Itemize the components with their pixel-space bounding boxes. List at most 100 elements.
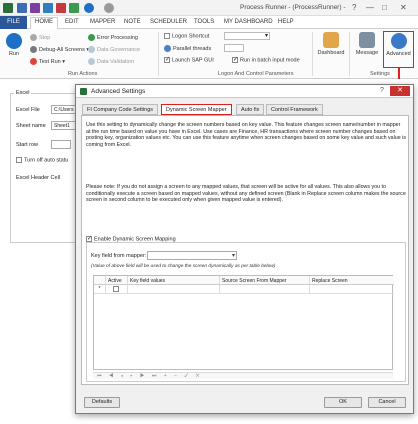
tab-tools[interactable]: TOOLS [190, 18, 218, 26]
column-header-key-field[interactable]: Key field values [128, 276, 220, 285]
minimize-icon[interactable]: — [366, 3, 374, 12]
separator [312, 32, 313, 76]
advanced-button[interactable]: Advanced [383, 31, 414, 68]
tab-dynamic-screen-mapper[interactable]: Dynamic Screen Mapper [161, 104, 232, 115]
error-processing-icon [88, 34, 95, 41]
advanced-settings-dialog: Advanced Settings ? ✕ FI Company Code Se… [75, 84, 414, 414]
parallel-threads-control[interactable]: Parallel threads [164, 45, 211, 52]
tab-file[interactable]: FILE [0, 16, 27, 29]
test-run-icon [30, 58, 37, 65]
message-icon [359, 32, 375, 48]
run-button[interactable]: Run [5, 33, 23, 57]
gear-icon [390, 33, 407, 49]
tab-scheduler[interactable]: SCHEDULER [146, 18, 191, 26]
stop-icon[interactable] [104, 3, 114, 13]
run-icon[interactable] [84, 3, 94, 13]
grid-row-header [94, 276, 106, 285]
error-processing-button[interactable]: Error Processing [88, 34, 138, 41]
column-header-active[interactable]: Active [106, 276, 128, 285]
tab-auto-fix[interactable]: Auto fix [236, 104, 265, 115]
key-field-cell[interactable] [128, 285, 220, 294]
chevron-down-icon: ▾ [264, 33, 268, 39]
tab-mapper[interactable]: MAPPER [86, 18, 119, 26]
ribbon-tabs: FILE HOME EDIT MAPPER NOTE SCHEDULER TOO… [0, 16, 418, 29]
parallel-threads-input[interactable] [224, 44, 244, 52]
description-text: Use this setting to dynamically change t… [86, 122, 406, 148]
dialog-title-bar: Advanced Settings ? ✕ [76, 85, 413, 98]
test-run-button[interactable]: Test Run ▾ [30, 58, 65, 65]
checkbox-icon [113, 286, 119, 292]
dynamic-screen-mapper-panel: Use this setting to dynamically change t… [81, 115, 409, 385]
excel-group-legend: Excel [14, 90, 32, 96]
column-header-replace-screen[interactable]: Replace Screen [310, 276, 394, 285]
source-screen-cell[interactable] [220, 285, 310, 294]
ribbon: Run Stop Debug-All Screens ▾ Test Run ▾ … [0, 29, 418, 79]
excel-header-cell-label: Excel Header Cell [16, 175, 61, 181]
start-row-label: Start row [16, 142, 39, 148]
checkbox-icon [164, 33, 170, 39]
data-validation-icon [88, 58, 95, 65]
excel-group: Excel Excel File C:\Users Sheet name She… [10, 90, 83, 243]
auto-status-checkbox[interactable]: Turn off auto statu [16, 157, 68, 163]
close-icon[interactable]: ✕ [400, 3, 407, 12]
tab-note[interactable]: NOTE [120, 18, 145, 26]
group-label-settings: Settings [370, 71, 390, 77]
grid-navigator[interactable]: ⏮ ◀ ◂ ▸ ▶ ⏭ + − ✓ ✕ [93, 372, 393, 379]
group-label-run-actions: Run Actions [68, 71, 98, 77]
debug-icon [30, 46, 37, 53]
app-icon [3, 3, 13, 13]
checkbox-icon [164, 56, 170, 63]
separator [349, 32, 350, 76]
run-batch-checkbox[interactable]: Run in batch input mode [232, 56, 300, 63]
data-governance-button[interactable]: Data Governance [88, 46, 140, 53]
message-button[interactable]: Message [354, 32, 380, 56]
stop-button[interactable]: Stop [30, 34, 50, 41]
checkbox-icon [16, 157, 22, 163]
launch-sap-gui-checkbox[interactable]: Launch SAP GUI [164, 56, 214, 63]
refresh-icon[interactable] [69, 3, 79, 13]
active-cell[interactable] [106, 285, 128, 294]
tab-control-framework[interactable]: Control Framework [266, 104, 323, 115]
tab-my-dashboard[interactable]: MY DASHBOARD [220, 18, 277, 26]
chevron-down-icon: ▾ [231, 253, 235, 259]
ok-button[interactable]: OK [324, 397, 362, 408]
data-governance-icon [88, 46, 95, 53]
column-header-source-screen[interactable]: Source Screen From Mapper [220, 276, 310, 285]
mapping-group: Key field from mapper: ▾ (Value of above… [86, 242, 406, 382]
help-icon[interactable]: ? [352, 3, 356, 12]
dashboard-icon [323, 32, 339, 48]
delete-icon[interactable] [56, 3, 66, 13]
separator [158, 32, 159, 76]
stop-icon [30, 34, 37, 41]
open-icon[interactable] [17, 3, 27, 13]
key-field-label: Key field from mapper: [91, 253, 147, 259]
group-label-logon: Logon And Control Parameters [218, 71, 294, 77]
tab-home[interactable]: HOME [30, 17, 58, 29]
save-as-icon[interactable] [43, 3, 53, 13]
key-field-select[interactable]: ▾ [147, 251, 237, 260]
logon-shortcut-select[interactable]: ▾ [224, 32, 270, 40]
tab-fi-company-code[interactable]: FI Company Code Settings [82, 104, 159, 115]
window-title: Process Runner - (ProcessRunner) - [240, 4, 346, 11]
close-button[interactable]: ✕ [390, 86, 410, 96]
title-bar: Process Runner - (ProcessRunner) - ? — □… [0, 0, 418, 16]
save-icon[interactable] [30, 3, 40, 13]
threads-icon [164, 45, 171, 52]
note-text: Please note: If you do not assign a scre… [86, 184, 406, 204]
data-validation-button[interactable]: Data Validation [88, 58, 134, 65]
dashboard-button[interactable]: Dashboard [317, 32, 345, 56]
tab-edit[interactable]: EDIT [61, 18, 83, 26]
mapping-grid[interactable]: Active Key field values Source Screen Fr… [93, 275, 394, 370]
maximize-icon[interactable]: □ [382, 3, 387, 12]
app-icon [80, 88, 87, 95]
defaults-button[interactable]: Defaults [84, 397, 120, 408]
debug-all-button[interactable]: Debug-All Screens ▾ [30, 46, 89, 53]
start-row-input[interactable] [51, 140, 71, 149]
help-icon[interactable]: ? [380, 87, 384, 94]
key-field-note: (Value of above field will be used to ch… [91, 264, 276, 269]
checkbox-icon [232, 56, 238, 63]
tab-help[interactable]: HELP [274, 18, 298, 26]
cancel-button[interactable]: Cancel [368, 397, 406, 408]
logon-shortcut-checkbox[interactable]: Logon Shortcut [164, 33, 209, 39]
replace-screen-cell[interactable] [310, 285, 394, 294]
